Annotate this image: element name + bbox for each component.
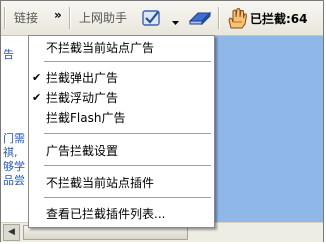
menu-item-block-popup-ads[interactable]: ✔ 拦截弹出广告: [29, 68, 214, 88]
menu-item-view-blocked-plugins[interactable]: 查看已拦截插件列表...: [29, 204, 214, 224]
checkmark-icon: ✔: [32, 71, 42, 84]
menu-separator: [44, 133, 211, 135]
menu-separator: [44, 61, 211, 63]
shield-check-icon[interactable]: [142, 9, 162, 30]
menu-item-dont-block-site-ads[interactable]: 不拦截当前站点广告: [29, 38, 214, 58]
menu-separator: [44, 197, 211, 199]
page-text-fragment: 门需: [3, 132, 25, 145]
scroll-left-button[interactable]: ◀: [3, 224, 20, 241]
menu-item-dont-block-site-plugins[interactable]: 不拦截当前站点插件: [29, 173, 214, 193]
menu-item-label: 不拦截当前站点插件: [46, 176, 155, 190]
menu-item-label: 拦截弹出广告: [46, 71, 119, 85]
web-assistant-label: 上网助手: [79, 11, 128, 25]
menu-item-block-floating-ads[interactable]: ✔ 拦截浮动广告: [29, 88, 214, 108]
menu-item-label: 拦截浮动广告: [46, 91, 119, 105]
ad-block-menu: 不拦截当前站点广告 ✔ 拦截弹出广告 ✔ 拦截浮动广告 拦截Flash广告 广告…: [28, 35, 215, 228]
menu-item-ad-block-settings[interactable]: 广告拦截设置: [29, 141, 214, 161]
menu-item-block-flash-ads[interactable]: 拦截Flash广告: [29, 108, 214, 128]
toolbar-separator: [4, 7, 6, 29]
checkmark-icon: ✔: [32, 91, 42, 104]
toolbar-separator: [69, 7, 71, 29]
page-text-fragment: 够学: [3, 160, 25, 173]
blocked-count-label[interactable]: 已拦截:64: [250, 10, 308, 27]
toolbar: 链接 » 上网助手 已拦截:64: [1, 1, 323, 36]
toolbar-separator: [218, 7, 220, 29]
page-text-fragment: 品尝: [3, 174, 25, 187]
menu-item-label: 拦截Flash广告: [46, 111, 126, 125]
menu-separator: [44, 165, 211, 167]
menu-item-label: 广告拦截设置: [46, 144, 119, 158]
menu-item-label: 不拦截当前站点广告: [46, 41, 155, 55]
menu-item-label: 查看已拦截插件列表...: [46, 207, 166, 221]
links-overflow-chevron[interactable]: »: [54, 8, 62, 22]
links-button[interactable]: 链接: [14, 10, 38, 26]
eraser-icon[interactable]: [188, 10, 212, 29]
page-text-fragment: 告: [3, 48, 14, 61]
hand-stop-icon[interactable]: [225, 6, 249, 33]
page-text-fragment: 祺,: [3, 146, 18, 159]
dropdown-arrow-icon[interactable]: [172, 15, 179, 29]
